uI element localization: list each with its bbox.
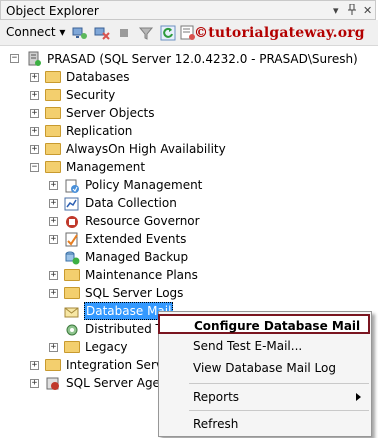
collapse-toggle[interactable]: −	[30, 163, 39, 172]
menu-item-configure-database-mail[interactable]: Configure Database Mail	[158, 314, 370, 334]
connect-object-explorer-icon[interactable]	[72, 25, 88, 41]
folder-icon	[45, 125, 61, 137]
integration-services-label: Integration Servic	[66, 358, 173, 372]
folder-open-icon	[45, 161, 61, 173]
legacy-label: Legacy	[85, 340, 128, 354]
folder-icon	[45, 143, 61, 155]
menu-separator	[189, 410, 369, 411]
object-explorer-titlebar: Object Explorer ▾ ✕	[0, 0, 376, 20]
expand-toggle[interactable]: +	[49, 289, 58, 298]
watermark-brand: ©tutorialgateway.org	[194, 25, 365, 41]
folder-icon	[64, 341, 80, 353]
security-label: Security	[66, 88, 116, 102]
folder-icon	[64, 269, 80, 281]
policy-icon	[64, 178, 80, 193]
data-collection-icon	[64, 196, 80, 211]
managed-backup-label: Managed Backup	[85, 250, 189, 264]
databases-label: Databases	[66, 70, 130, 84]
disconnect-icon[interactable]	[94, 25, 110, 41]
database-mail-context-menu: Configure Database Mail Send Test E-Mail…	[158, 311, 372, 437]
folder-icon	[45, 71, 61, 83]
replication-label: Replication	[66, 124, 133, 138]
distributed-transaction-icon	[64, 322, 80, 336]
expand-toggle[interactable]: +	[30, 73, 39, 82]
connect-dropdown-button[interactable]: Connect ▾	[6, 25, 65, 39]
sql-server-logs-label: SQL Server Logs	[85, 286, 184, 300]
menu-separator	[189, 383, 369, 384]
sql-server-agent-icon	[45, 376, 61, 390]
expand-toggle[interactable]: +	[30, 145, 39, 154]
folder-icon	[45, 107, 61, 119]
menu-item-refresh[interactable]: Refresh	[159, 414, 369, 434]
extended-events-icon	[64, 232, 80, 247]
expand-toggle[interactable]: +	[49, 181, 58, 190]
menu-item-reports[interactable]: Reports	[159, 387, 369, 407]
expand-toggle[interactable]: +	[30, 91, 39, 100]
folder-icon	[45, 89, 61, 101]
expand-toggle[interactable]: +	[49, 271, 58, 280]
menu-item-label: Refresh	[193, 417, 239, 431]
menu-item-send-test-email[interactable]: Send Test E-Mail...	[159, 336, 369, 356]
menu-item-view-database-mail-log[interactable]: View Database Mail Log	[159, 358, 369, 378]
stop-icon[interactable]	[116, 25, 132, 41]
resource-governor-icon	[64, 214, 80, 228]
menu-item-label: Send Test E-Mail...	[193, 339, 303, 353]
window-position-icon[interactable]: ▾	[333, 4, 339, 17]
expand-toggle[interactable]: +	[49, 235, 58, 244]
policy-management-label: Policy Management	[85, 178, 203, 192]
managed-backup-icon	[64, 250, 80, 265]
sql-server-agent-label: SQL Server Agent	[66, 376, 173, 390]
management-label: Management	[66, 160, 146, 174]
server-label: PRASAD (SQL Server 12.0.4232.0 - PRASAD\…	[47, 52, 358, 66]
server-objects-label: Server Objects	[66, 106, 155, 120]
expand-toggle[interactable]: +	[49, 199, 58, 208]
expand-toggle[interactable]: +	[30, 361, 39, 370]
menu-item-label: View Database Mail Log	[193, 361, 336, 375]
object-explorer-toolbar: Connect ▾ ©tutorialgateway.org	[0, 20, 378, 46]
expand-toggle[interactable]: +	[49, 343, 58, 352]
menu-item-label: Reports	[193, 390, 240, 404]
filter-icon[interactable]	[138, 25, 154, 41]
expand-toggle[interactable]: +	[30, 379, 39, 388]
resource-governor-label: Resource Governor	[85, 214, 200, 228]
expand-toggle[interactable]: +	[30, 127, 39, 136]
collapse-toggle[interactable]: −	[10, 54, 19, 63]
refresh-icon[interactable]	[160, 25, 176, 41]
data-collection-label: Data Collection	[85, 196, 177, 210]
menu-item-label: Configure Database Mail	[194, 319, 361, 333]
server-icon	[26, 51, 42, 66]
extended-events-label: Extended Events	[85, 232, 187, 246]
folder-icon	[64, 287, 80, 299]
alwayson-label: AlwaysOn High Availability	[66, 142, 226, 156]
expand-toggle[interactable]: +	[30, 109, 39, 118]
auto-hide-pin-icon[interactable]	[347, 3, 357, 19]
folder-icon	[45, 359, 61, 371]
submenu-arrow-icon	[356, 393, 361, 401]
close-icon[interactable]: ✕	[363, 4, 372, 17]
panel-title: Object Explorer	[6, 4, 99, 18]
database-mail-icon	[64, 304, 80, 318]
distributed-transaction-label: Distributed Tr	[85, 322, 167, 336]
maintenance-plans-label: Maintenance Plans	[85, 268, 198, 282]
expand-toggle[interactable]: +	[49, 217, 58, 226]
